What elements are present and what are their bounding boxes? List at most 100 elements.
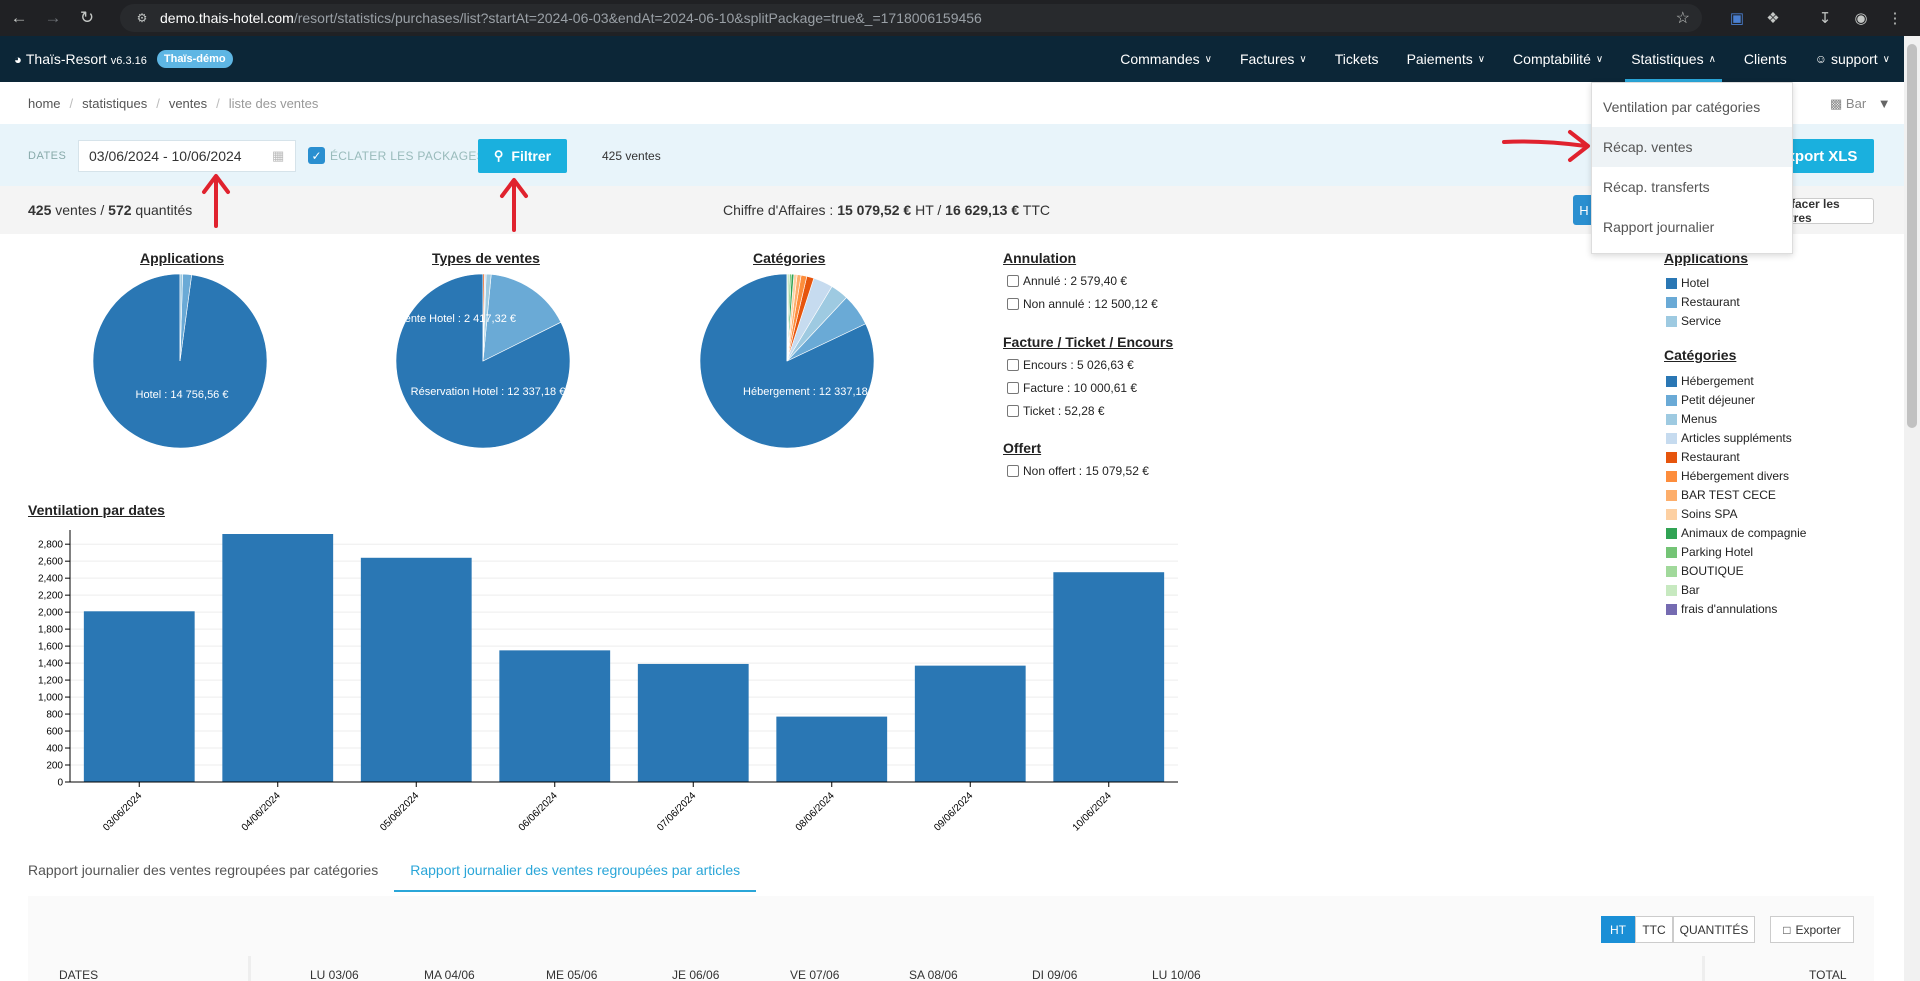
nav-item-0[interactable]: Commandes ∨: [1106, 36, 1226, 82]
browser-menu-icon[interactable]: ⋮: [1884, 7, 1906, 29]
legend-item[interactable]: Petit déjeuner: [1666, 393, 1755, 407]
date-range-input[interactable]: 03/06/2024 - 10/06/2024: [78, 140, 296, 172]
bar-4[interactable]: [637, 663, 749, 782]
x-tick-label: 07/06/2024: [655, 790, 698, 833]
filter-option[interactable]: Annulé : 2 579,40 €: [1007, 274, 1127, 288]
nav-item-label: Tickets: [1334, 51, 1379, 67]
extension-icon[interactable]: ▣: [1726, 7, 1748, 29]
breadcrumb-item[interactable]: ventes: [169, 96, 207, 111]
table-header-cell: TOTAL: [1809, 968, 1847, 981]
legend-swatch: [1666, 603, 1677, 615]
split-packages-label[interactable]: ÉCLATER LES PACKAGES: [330, 149, 485, 163]
ttc-label: TTC: [1022, 202, 1050, 218]
legend-item[interactable]: BOUTIQUE: [1666, 564, 1744, 578]
nav-item-label: Clients: [1743, 51, 1787, 67]
nav-item-1[interactable]: Factures ∨: [1226, 36, 1321, 82]
report-tab-1[interactable]: Rapport journalier des ventes regroupées…: [394, 858, 757, 892]
legend-item[interactable]: Bar: [1666, 583, 1700, 597]
bar-chart: 0 200 400 600 800 1,000 1,200 1,400 1,600 1,800 2,…: [38, 530, 1178, 834]
legend-item[interactable]: Parking Hotel: [1666, 545, 1753, 559]
bar-2[interactable]: [360, 557, 472, 782]
mode-button-0[interactable]: HT: [1601, 916, 1635, 943]
nav-item-2[interactable]: Tickets: [1321, 36, 1393, 82]
filter-checkbox[interactable]: [1007, 298, 1019, 310]
calendar-icon[interactable]: ▦: [272, 148, 284, 164]
address-bar[interactable]: ⚙ demo.thais-hotel.com/resort/statistics…: [120, 4, 1702, 32]
chevron-up-icon: ∧: [1708, 53, 1716, 65]
legend-item[interactable]: Articles suppléments: [1666, 431, 1792, 445]
filter-checkbox[interactable]: [1007, 359, 1019, 371]
forward-icon[interactable]: →: [38, 3, 68, 33]
brand[interactable]: ◕ Thaïs-Resort v6.3.16 Thaïs-démo: [14, 50, 233, 68]
file-icon: □: [1783, 922, 1791, 937]
filter-checkbox[interactable]: [1007, 275, 1019, 287]
scrollbar-thumb[interactable]: [1907, 44, 1917, 428]
bar-1[interactable]: [222, 534, 334, 782]
filter-checkbox[interactable]: [1007, 465, 1019, 477]
dropdown-item[interactable]: Récap. ventes: [1592, 127, 1792, 167]
x-tick-label: 10/06/2024: [1071, 790, 1114, 833]
user-icon: ☺: [1814, 52, 1827, 66]
legend-item[interactable]: Restaurant: [1666, 450, 1740, 464]
bar-select[interactable]: ▩ Bar ▼: [1830, 96, 1891, 112]
bar-5[interactable]: [776, 716, 888, 782]
exporter-button[interactable]: □ Exporter: [1770, 916, 1854, 943]
filter-checkbox[interactable]: [1007, 405, 1019, 417]
filter-option[interactable]: Non offert : 15 079,52 €: [1007, 464, 1149, 478]
nav-item-6[interactable]: Clients: [1730, 36, 1801, 82]
nav-item-5[interactable]: Statistiques ∧: [1617, 36, 1730, 82]
nav-item-3[interactable]: Paiements ∨: [1393, 36, 1499, 82]
legend-label: BAR TEST CECE: [1681, 488, 1776, 502]
filter-option[interactable]: Encours : 5 026,63 €: [1007, 358, 1134, 372]
filter-checkbox[interactable]: [1007, 382, 1019, 394]
legend-item[interactable]: Hébergement divers: [1666, 469, 1789, 483]
dropdown-item[interactable]: Ventilation par catégories: [1592, 87, 1792, 127]
sales-label: ventes /: [55, 202, 105, 218]
mode-button-1[interactable]: TTC: [1635, 916, 1673, 943]
y-tick-label: 2,400: [38, 574, 63, 585]
filter-option[interactable]: Ticket : 52,28 €: [1007, 404, 1105, 418]
filter-option[interactable]: Facture : 10 000,61 €: [1007, 381, 1137, 395]
report-tab-0[interactable]: Rapport journalier des ventes regroupées…: [28, 858, 378, 892]
nav-item-7[interactable]: ☺ support ∨: [1801, 36, 1904, 82]
extensions-puzzle-icon[interactable]: ❖: [1762, 7, 1784, 29]
statistiques-dropdown: Ventilation par catégories Récap. ventes R…: [1591, 82, 1793, 254]
filter-option[interactable]: Non annulé : 12 500,12 €: [1007, 297, 1158, 311]
bookmark-star-icon[interactable]: ☆: [1676, 8, 1690, 28]
url-path: /resort/statistics/purchases/list?startA…: [293, 10, 982, 26]
nav-item-4[interactable]: Comptabilité ∨: [1499, 36, 1617, 82]
legend-item[interactable]: Restaurant: [1666, 295, 1740, 309]
revenue-summary: Chiffre d'Affaires : 15 079,52 € HT / 16…: [723, 202, 1050, 218]
legend-label: Hotel: [1681, 276, 1710, 290]
profile-avatar-icon[interactable]: ◉: [1850, 7, 1872, 29]
bar-6[interactable]: [914, 665, 1026, 782]
dropdown-item[interactable]: Récap. transferts: [1592, 167, 1792, 207]
summary-counts: 425 ventes / 572 quantités: [28, 202, 192, 218]
bar-3[interactable]: [499, 650, 611, 782]
bar-7[interactable]: [1053, 572, 1165, 782]
site-info-icon[interactable]: ⚙: [134, 10, 150, 26]
y-tick-label: 1,000: [38, 693, 63, 704]
split-packages-checkbox[interactable]: ✓: [308, 147, 325, 164]
dropdown-item[interactable]: Rapport journalier: [1592, 207, 1792, 247]
legend-item[interactable]: frais d'annulations: [1666, 602, 1777, 616]
breadcrumb-item[interactable]: home: [28, 96, 61, 111]
pie-label-types-0: Réservation Hotel : 12 337,18 €: [411, 386, 566, 398]
legend-label: Menus: [1681, 412, 1718, 426]
y-tick-label: 800: [46, 710, 63, 721]
mode-button-2[interactable]: QUANTITÉS: [1673, 916, 1755, 943]
back-icon[interactable]: ←: [4, 3, 34, 33]
breadcrumb-item[interactable]: statistiques: [82, 96, 147, 111]
legend-item[interactable]: Hébergement: [1666, 374, 1754, 388]
report-table-header: DATES LU 03/06 MA 04/06 ME 05/06 JE 06/06 VE …: [28, 964, 1874, 981]
legend-item[interactable]: Menus: [1666, 412, 1717, 426]
legend-item[interactable]: Soins SPA: [1666, 507, 1737, 521]
legend-item[interactable]: Hotel: [1666, 276, 1709, 290]
legend-item[interactable]: Service: [1666, 314, 1721, 328]
bar-0[interactable]: [83, 611, 195, 782]
legend-item[interactable]: BAR TEST CECE: [1666, 488, 1776, 502]
legend-item[interactable]: Animaux de compagnie: [1666, 526, 1806, 540]
filter-button[interactable]: ⚲ Filtrer: [478, 139, 567, 173]
reload-icon[interactable]: ↻: [72, 3, 102, 33]
download-icon[interactable]: ↧: [1814, 7, 1836, 29]
